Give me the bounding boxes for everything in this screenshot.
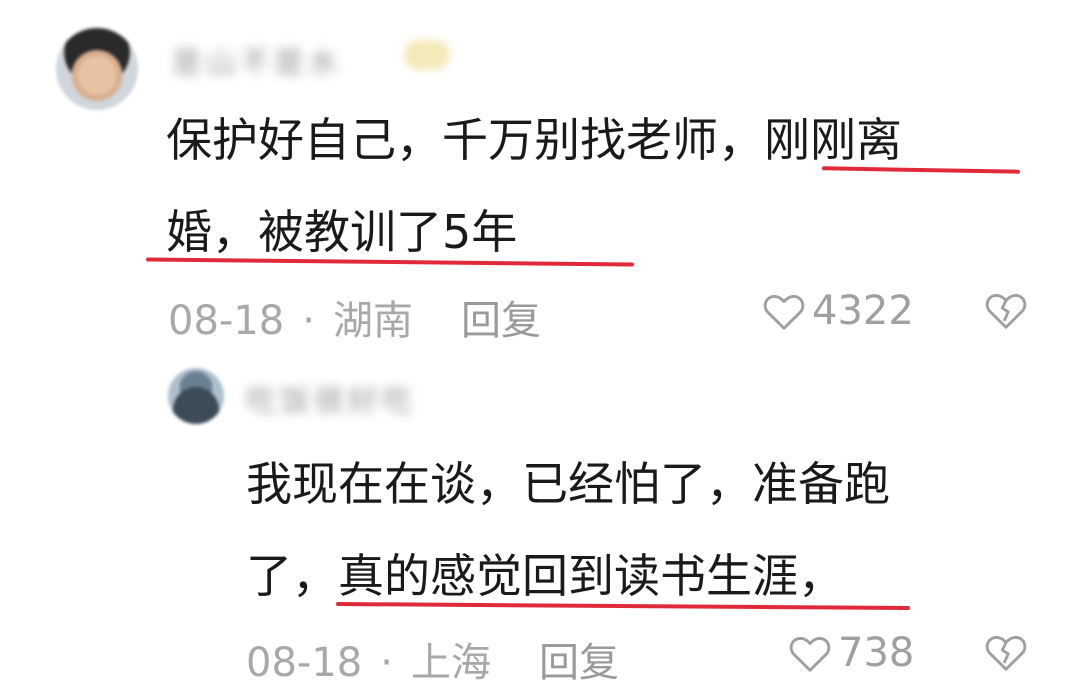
comment-location: 上海: [410, 640, 491, 686]
broken-heart-icon: [985, 635, 1027, 671]
comment-date: 08-18: [168, 298, 285, 344]
meta-separator: ·: [302, 298, 315, 344]
reply-button[interactable]: 回复: [539, 630, 619, 688]
avatar[interactable]: [168, 368, 224, 424]
comment-text: 我现在在谈，已经怕了，准备跑 了，真的感觉回到读书生涯，: [246, 438, 890, 622]
dislike-button[interactable]: [984, 632, 1028, 676]
comment-text: 保护好自己，千万别找老师，刚刚离 婚，被教训了5年: [166, 94, 902, 278]
like-count: 4322: [812, 288, 914, 334]
heart-outline-icon: [763, 294, 805, 330]
comment-text-line-1: 我现在在谈，已经怕了，准备跑: [246, 457, 890, 511]
comment-date: 08-18: [246, 640, 363, 686]
broken-heart-icon: [985, 293, 1027, 329]
comment-meta: 08-18 · 上海 回复: [246, 630, 619, 688]
like-button[interactable]: 4322: [762, 288, 914, 334]
comment-location: 湖南: [332, 298, 413, 344]
like-count: 738: [838, 630, 915, 676]
comment-meta: 08-18 · 湖南 回复: [168, 288, 541, 346]
like-button[interactable]: 738: [788, 630, 914, 676]
username[interactable]: 是山不是水: [172, 38, 342, 82]
dislike-button[interactable]: [984, 290, 1028, 334]
reply-button[interactable]: 回复: [461, 288, 541, 346]
user-badge-icon: [404, 40, 450, 70]
comment-text-line-1: 保护好自己，千万别找老师，刚刚离: [166, 113, 902, 167]
username[interactable]: 吃饭很好吃: [246, 376, 416, 420]
meta-separator: ·: [380, 640, 393, 686]
heart-outline-icon: [789, 636, 831, 672]
avatar[interactable]: [56, 28, 138, 110]
